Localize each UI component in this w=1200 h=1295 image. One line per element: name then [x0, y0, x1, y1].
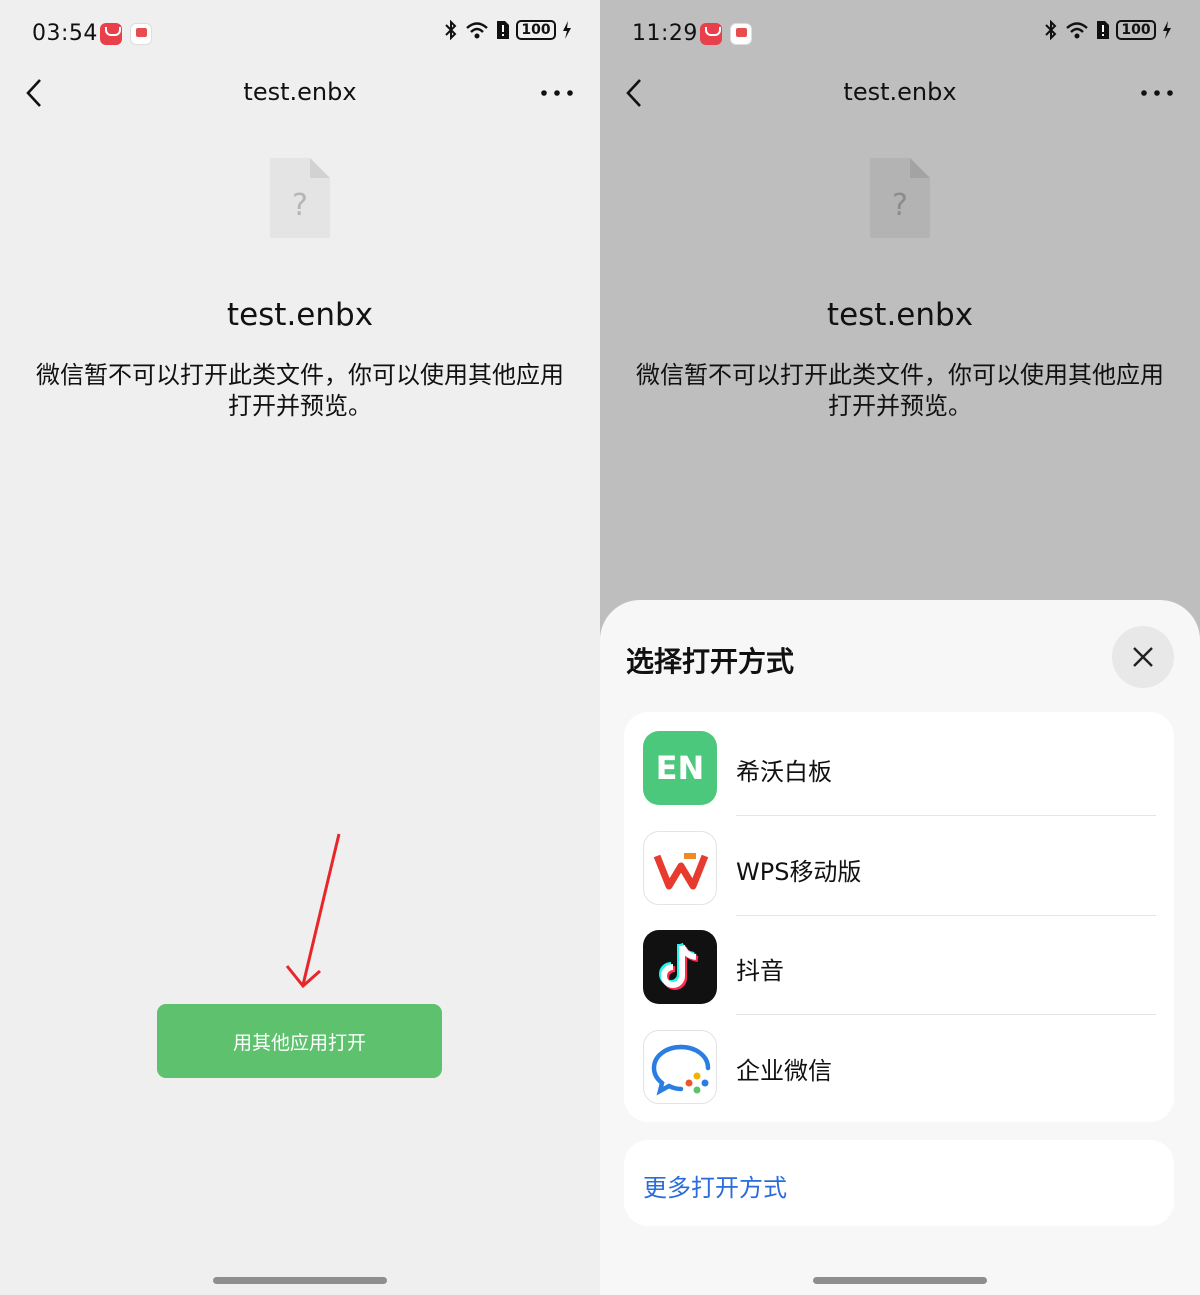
- battery-indicator: 100: [516, 20, 556, 40]
- right-screen: 11:29 100 test.enbx ? test.enbx 微信暂不可以打开…: [600, 0, 1200, 1295]
- left-screen: 03:54 100 test.enbx ? test.enbx 微信暂不可以打开…: [0, 0, 600, 1295]
- open-with-other-app-button[interactable]: 用其他应用打开: [157, 1004, 442, 1078]
- file-icon-glyph: ?: [292, 188, 308, 223]
- status-time: 11:29: [632, 21, 698, 46]
- notification-icons: [100, 23, 152, 45]
- wifi-icon: [466, 22, 488, 39]
- divider: [736, 815, 1156, 816]
- wecom-icon: [643, 1029, 717, 1104]
- home-indicator[interactable]: [213, 1277, 387, 1284]
- status-bar: 03:54 100: [0, 0, 600, 70]
- system-icons: 100: [444, 20, 572, 40]
- app-gallery-icon: [100, 23, 122, 45]
- divider: [736, 914, 1156, 916]
- close-icon: [1133, 647, 1153, 667]
- charging-icon: [1163, 21, 1171, 39]
- wifi-icon: [1066, 22, 1088, 39]
- app-option-label: 企业微信: [736, 1056, 832, 1085]
- red-arrow-annotation: [285, 833, 341, 989]
- more-menu-icon[interactable]: [540, 78, 574, 108]
- bluetooth-icon: [1045, 20, 1057, 40]
- nav-title: test.enbx: [243, 78, 357, 106]
- close-sheet-button[interactable]: [1112, 626, 1174, 688]
- app-option-wecom[interactable]: 企业微信: [624, 1028, 1174, 1128]
- notification-icons: [700, 23, 752, 45]
- bluetooth-icon: [445, 20, 457, 40]
- nav-bar: test.enbx: [600, 70, 1200, 116]
- app-option-douyin[interactable]: 抖音: [624, 928, 1174, 1028]
- easinote-icon-text: EN: [655, 749, 705, 787]
- wps-icon: [643, 830, 717, 905]
- easinote-icon: EN: [643, 731, 717, 805]
- more-menu-icon[interactable]: [1140, 78, 1174, 108]
- app-option-wps[interactable]: WPS移动版: [624, 829, 1174, 929]
- open-with-sheet: 选择打开方式 EN 希沃白板 WPS移动版 抖音 企业微信 更多打开方式: [600, 600, 1200, 1295]
- app-option-label: WPS移动版: [736, 857, 862, 886]
- unknown-file-icon: ?: [870, 158, 930, 238]
- system-icons: 100: [1044, 20, 1172, 40]
- file-icon-glyph: ?: [892, 188, 908, 223]
- nav-bar: test.enbx: [0, 70, 600, 116]
- sim-alert-icon: [497, 21, 509, 39]
- divider: [736, 1014, 1156, 1015]
- nav-title: test.enbx: [843, 78, 957, 106]
- battery-indicator: 100: [1116, 20, 1156, 40]
- app-option-easinote[interactable]: EN 希沃白板: [624, 729, 1174, 829]
- unknown-file-icon: ?: [270, 158, 330, 238]
- notification-app-icon: [130, 23, 152, 45]
- status-time: 03:54: [32, 21, 98, 46]
- notification-app-icon: [730, 23, 752, 45]
- file-description: 微信暂不可以打开此类文件，你可以使用其他应用打开并预览。: [636, 361, 1164, 420]
- charging-icon: [563, 21, 571, 39]
- sheet-title: 选择打开方式: [626, 645, 795, 678]
- home-indicator[interactable]: [813, 1277, 987, 1284]
- file-description: 微信暂不可以打开此类文件，你可以使用其他应用打开并预览。: [36, 361, 564, 420]
- more-open-options-label: 更多打开方式: [643, 1174, 787, 1202]
- more-open-options-button[interactable]: 更多打开方式: [624, 1140, 1174, 1226]
- app-list: EN 希沃白板 WPS移动版 抖音 企业微信: [624, 712, 1174, 1122]
- app-option-label: 希沃白板: [736, 758, 832, 786]
- status-bar: 11:29 100: [600, 0, 1200, 70]
- file-name: test.enbx: [826, 297, 974, 333]
- app-gallery-icon: [700, 23, 722, 45]
- app-option-label: 抖音: [736, 957, 784, 985]
- sim-alert-icon: [1097, 21, 1109, 39]
- douyin-icon: [643, 930, 717, 1004]
- file-name: test.enbx: [226, 297, 374, 333]
